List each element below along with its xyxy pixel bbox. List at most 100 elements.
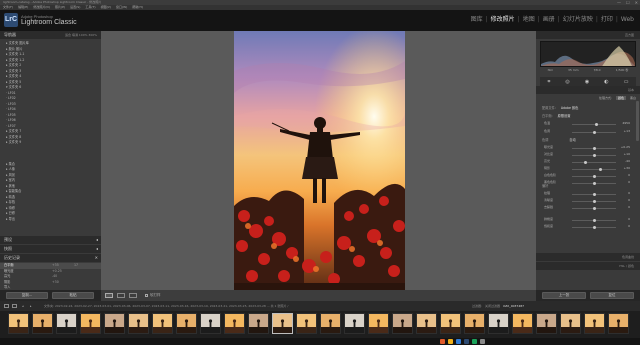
slider-knob[interactable] bbox=[592, 199, 596, 203]
filmstrip-thumbnail[interactable] bbox=[104, 313, 125, 334]
filmstrip-thumbnail[interactable] bbox=[80, 313, 101, 334]
slider-knob[interactable] bbox=[592, 206, 596, 210]
copy-settings-button[interactable]: 复制... bbox=[6, 292, 48, 299]
module-3[interactable]: 画册 bbox=[543, 15, 555, 25]
module-4[interactable]: 幻灯片放映 bbox=[563, 15, 593, 25]
histogram-header[interactable]: 直方图 bbox=[536, 31, 640, 39]
slider-value[interactable]: +0.25 bbox=[621, 145, 630, 149]
paste-settings-button[interactable]: 粘贴 bbox=[52, 292, 94, 299]
filmstrip-thumbnail[interactable] bbox=[8, 313, 29, 334]
snapshots-header[interactable]: 快照 ◂ bbox=[0, 245, 101, 253]
slider-knob[interactable] bbox=[594, 122, 598, 126]
filmstrip-thumbnail[interactable] bbox=[176, 313, 197, 334]
prev-arrow-icon[interactable]: ◂ bbox=[22, 301, 24, 311]
slider-value[interactable]: +13 bbox=[624, 129, 630, 133]
slider-knob[interactable] bbox=[593, 146, 597, 150]
chat-icon[interactable] bbox=[472, 339, 477, 344]
filmstrip-thumbnail[interactable] bbox=[248, 313, 269, 334]
browser-icon[interactable] bbox=[456, 339, 461, 344]
filmstrip-thumbnail[interactable] bbox=[152, 313, 173, 334]
slider-knob[interactable] bbox=[592, 225, 596, 229]
softproof-checkbox[interactable] bbox=[145, 294, 148, 297]
collection-item[interactable]: ▸ 导出 bbox=[0, 217, 101, 223]
slider-value[interactable]: +30 bbox=[624, 166, 630, 170]
slider-knob[interactable] bbox=[583, 160, 587, 164]
filmstrip-thumbnail[interactable] bbox=[488, 313, 509, 334]
tone-curve-header[interactable]: 色调曲线 bbox=[536, 253, 640, 261]
gradient-icon[interactable]: ▭ bbox=[624, 79, 629, 85]
previous-button[interactable]: 上一张 bbox=[542, 292, 586, 299]
navigator-zoom-controls[interactable]: 适合 填满 100% 300% bbox=[65, 31, 97, 39]
filmstrip-thumbnail[interactable] bbox=[536, 313, 557, 334]
filmstrip-thumbnail[interactable] bbox=[512, 313, 533, 334]
filmstrip-thumbnail[interactable] bbox=[224, 313, 245, 334]
slider-value[interactable]: 4950 bbox=[622, 121, 630, 125]
wb-value[interactable]: 原照设置 bbox=[558, 114, 571, 118]
filmstrip-thumbnail[interactable] bbox=[296, 313, 317, 334]
second-window-icon[interactable] bbox=[4, 304, 9, 308]
slider-knob[interactable] bbox=[593, 153, 597, 157]
red-eye-icon[interactable]: ◉ bbox=[585, 79, 589, 85]
presets-header[interactable]: 预设 ◂ bbox=[0, 236, 101, 244]
slider-value[interactable]: 0 bbox=[628, 198, 630, 202]
before-after-icon[interactable] bbox=[129, 293, 137, 298]
compare-view-icon[interactable] bbox=[117, 293, 125, 298]
folder-item[interactable]: ▸ 文件夹 9 bbox=[0, 140, 101, 146]
slider-value[interactable]: -40 bbox=[625, 159, 630, 163]
hsl-header[interactable]: HSL / 颜色 bbox=[536, 262, 640, 270]
main-photo[interactable] bbox=[234, 31, 405, 290]
filmstrip-thumbnail[interactable] bbox=[200, 313, 221, 334]
profile-value[interactable]: Adobe 颜色 bbox=[561, 106, 578, 110]
treatment-bw-button[interactable]: 黑白 bbox=[630, 96, 636, 100]
slider-value[interactable]: 0 bbox=[628, 173, 630, 177]
module-1[interactable]: 修改照片 bbox=[491, 15, 515, 25]
slider-knob[interactable] bbox=[592, 174, 596, 178]
slider-knob[interactable] bbox=[593, 130, 597, 134]
app-icon[interactable] bbox=[440, 339, 445, 344]
treatment-color-button[interactable]: 颜色 bbox=[615, 95, 626, 100]
filmstrip-thumbnail[interactable] bbox=[272, 313, 293, 334]
slider-value[interactable]: 0 bbox=[628, 205, 630, 209]
slider-track[interactable] bbox=[572, 169, 616, 170]
slider-value[interactable]: 0 bbox=[628, 217, 630, 221]
close-icon[interactable]: ✕ bbox=[95, 254, 98, 262]
histogram-chart[interactable] bbox=[540, 41, 636, 67]
slider-knob[interactable] bbox=[592, 218, 596, 222]
filmstrip-thumbnail[interactable] bbox=[320, 313, 341, 334]
filmstrip-thumbnail[interactable] bbox=[32, 313, 53, 334]
slider-knob[interactable] bbox=[592, 192, 596, 196]
slider-value[interactable]: 0 bbox=[628, 224, 630, 228]
spot-removal-icon[interactable]: ◎ bbox=[565, 79, 569, 85]
filmstrip-source-info[interactable]: 文件夹: 2023-02-24, 2023-02-27, 2023-03-01,… bbox=[44, 301, 464, 311]
next-arrow-icon[interactable]: ▸ bbox=[30, 301, 32, 311]
folder-icon[interactable] bbox=[448, 339, 453, 344]
filmstrip-thumbnail[interactable] bbox=[368, 313, 389, 334]
filmstrip-thumbnail[interactable] bbox=[128, 313, 149, 334]
slider-track[interactable] bbox=[572, 162, 616, 163]
filmstrip-thumbnail[interactable] bbox=[392, 313, 413, 334]
filmstrip-thumbnail[interactable] bbox=[440, 313, 461, 334]
basic-header[interactable]: 基本 bbox=[536, 86, 640, 94]
filmstrip-thumbnail[interactable] bbox=[344, 313, 365, 334]
reset-button[interactable]: 复位 bbox=[590, 292, 634, 299]
module-2[interactable]: 地图 bbox=[523, 15, 535, 25]
crop-icon[interactable]: ⌗ bbox=[548, 79, 551, 85]
masking-icon[interactable]: ◐ bbox=[604, 79, 608, 85]
filmstrip-thumbnail[interactable] bbox=[584, 313, 605, 334]
filmstrip-thumbnail[interactable] bbox=[560, 313, 581, 334]
filmstrip-thumbnail[interactable] bbox=[464, 313, 485, 334]
grid-icon[interactable] bbox=[12, 304, 17, 308]
history-header[interactable]: 历史记录 ✕ bbox=[0, 254, 101, 262]
loupe-view-icon[interactable] bbox=[105, 293, 113, 298]
tone-auto-button[interactable]: 自动 bbox=[569, 138, 575, 142]
module-5[interactable]: 打印 bbox=[601, 15, 613, 25]
slider-value[interactable]: 0 bbox=[628, 191, 630, 195]
filmstrip-thumbnail[interactable] bbox=[416, 313, 437, 334]
profile-row[interactable]: 配置文件: Adobe 颜色 bbox=[542, 105, 632, 110]
slider-value[interactable]: +10 bbox=[624, 152, 630, 156]
module-0[interactable]: 图库 bbox=[471, 15, 483, 25]
settings-icon[interactable] bbox=[480, 339, 485, 344]
wb-row[interactable]: 白平衡: 原照设置 bbox=[542, 113, 632, 118]
filter-value[interactable]: 关闭过滤器 bbox=[485, 301, 500, 311]
lightroom-taskbar-icon[interactable] bbox=[464, 339, 469, 344]
